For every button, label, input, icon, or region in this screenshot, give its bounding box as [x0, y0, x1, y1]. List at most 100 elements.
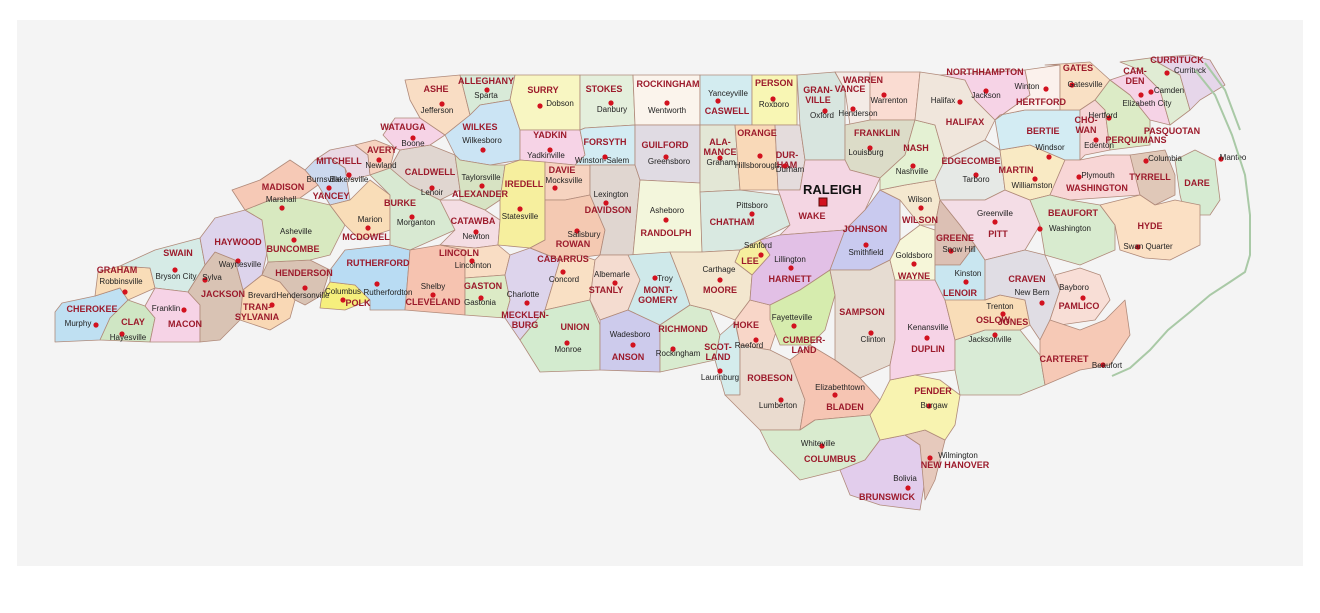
county-label: ROCKINGHAM: [637, 79, 700, 89]
county-label: POLK: [345, 298, 371, 308]
county-seat-label: Hayesville: [110, 333, 147, 342]
county-seat-label: Franklin: [152, 304, 180, 313]
county-label: PERSON: [755, 78, 793, 88]
county-seat-label: Graham: [707, 158, 736, 167]
county-label: WILKES: [463, 122, 498, 132]
county-seat-label: Jacksonville: [968, 335, 1012, 344]
county-label: CRAVEN: [1008, 274, 1045, 284]
county-label: CATAWBA: [451, 216, 496, 226]
county-label: BURKE: [384, 198, 416, 208]
county-seat-dot-icon: [715, 98, 721, 104]
county-label: TYRRELL: [1129, 172, 1171, 182]
county-seat-label: Raeford: [735, 341, 763, 350]
county-seat-dot-icon: [758, 252, 764, 258]
county-label: BERTIE: [1026, 126, 1059, 136]
county-seat-label: Laurinburg: [701, 373, 739, 382]
county-label: HERTFORD: [1016, 97, 1066, 107]
county-seat-label: Camden: [1154, 86, 1184, 95]
county-seat-label: Yadkinville: [527, 151, 565, 160]
county-label: DARE: [1184, 178, 1210, 188]
county-seat-label: Greenville: [977, 209, 1014, 218]
county-label: DAVIDSON: [585, 205, 632, 215]
county-seat-dot-icon: [365, 225, 371, 231]
county-label: JACKSON: [201, 289, 245, 299]
county-seat-label: Morganton: [397, 218, 435, 227]
county-seat-label: Swan Quarter: [1123, 242, 1173, 251]
county-seat-dot-icon: [524, 300, 530, 306]
north-carolina-county-map: CHEROKEE Murphy CLAY Hayesville GRAHAM Robbin…: [54, 54, 1251, 511]
county-seat-dot-icon: [1046, 154, 1052, 160]
county-sampson[interactable]: [829, 259, 896, 379]
county-seat-label: Charlotte: [507, 290, 540, 299]
county-label: CHEROKEE: [66, 304, 117, 314]
county-label: GRAHAM: [97, 265, 138, 275]
county-seat-dot-icon: [430, 292, 436, 298]
county-seat-dot-icon: [269, 302, 275, 308]
county-seat-label: Goldsboro: [896, 251, 933, 260]
county-seat-dot-icon: [927, 455, 933, 461]
county-seat-dot-icon: [612, 280, 618, 286]
county-seat-dot-icon: [924, 335, 930, 341]
capital-star-icon: [818, 197, 828, 207]
county-seat-dot-icon: [122, 289, 128, 295]
county-seat-dot-icon: [749, 211, 755, 217]
county-label: PITT: [988, 229, 1008, 239]
county-label: ASHE: [423, 84, 448, 94]
county-label: ROBESON: [747, 373, 793, 383]
county-label: JOHNSON: [843, 224, 888, 234]
county-seat-label: Lumberton: [759, 401, 797, 410]
county-seat-label: Fayetteville: [772, 313, 813, 322]
county-label: FRANKLIN: [854, 128, 900, 138]
county-label: HARNETT: [769, 274, 812, 284]
county-seat-label: Currituck: [1174, 66, 1207, 75]
county-label: SURRY: [527, 85, 558, 95]
county-seat-dot-icon: [479, 183, 485, 189]
county-seat-label: Burgaw: [920, 401, 947, 410]
county-label: YADKIN: [533, 130, 567, 140]
county-seat-label: Snow Hill: [942, 245, 976, 254]
county-label: MOORE: [703, 285, 737, 295]
county-seat-label: Concord: [549, 275, 579, 284]
county-seat-dot-icon: [788, 265, 794, 271]
county-seat-label: Pittsboro: [736, 201, 768, 210]
county-label: LINCOLN: [439, 248, 479, 258]
county-label: BUNCOMBE: [267, 244, 320, 254]
county-seat-dot-icon: [911, 261, 917, 267]
county-pamlico[interactable]: [1049, 267, 1111, 326]
county-label: PENDER: [914, 386, 952, 396]
county-seat-dot-icon: [1043, 86, 1049, 92]
county-seat-dot-icon: [326, 185, 332, 191]
county-seat-label: Washington: [1049, 224, 1091, 233]
county-iredell[interactable]: [497, 159, 546, 249]
county-seat-label: Newland: [365, 161, 396, 170]
county-label: WAKE: [799, 211, 826, 221]
county-label: NEW HANOVER: [921, 460, 990, 470]
county-label: CURRITUCK: [1150, 55, 1204, 65]
county-label: JONES: [998, 317, 1029, 327]
county-seat-label: Boone: [401, 139, 425, 148]
county-seat-label: Murphy: [65, 319, 92, 328]
county-label: STOKES: [586, 84, 623, 94]
county-seat-label: Taylorsville: [461, 173, 501, 182]
county-label: UNION: [561, 322, 590, 332]
county-label: MCDOWEL: [342, 232, 390, 242]
county-seat-label: Winton: [1015, 82, 1040, 91]
county-seat-dot-icon: [992, 219, 998, 225]
county-guilford[interactable]: [634, 124, 701, 184]
county-seat-label: Greensboro: [648, 157, 691, 166]
county-label: ALLEGHANY: [458, 76, 514, 86]
county-label: GRAN-VILLE: [803, 85, 833, 105]
county-seat-label: Trenton: [986, 302, 1013, 311]
county-caswell[interactable]: [699, 74, 753, 126]
county-label: ANSON: [612, 352, 645, 362]
county-seat-label: Marion: [358, 215, 382, 224]
county-seat-label: Wilson: [908, 195, 932, 204]
county-seat-label: Wilmington: [938, 451, 978, 460]
county-seat-label: Smithfield: [848, 248, 883, 257]
county-seat-dot-icon: [552, 185, 558, 191]
county-label: ROWAN: [556, 239, 591, 249]
county-seat-label: Williamston: [1012, 181, 1053, 190]
county-seat-label: Statesville: [502, 212, 539, 221]
county-randolph[interactable]: [632, 179, 703, 256]
county-label: AVERY: [367, 145, 397, 155]
